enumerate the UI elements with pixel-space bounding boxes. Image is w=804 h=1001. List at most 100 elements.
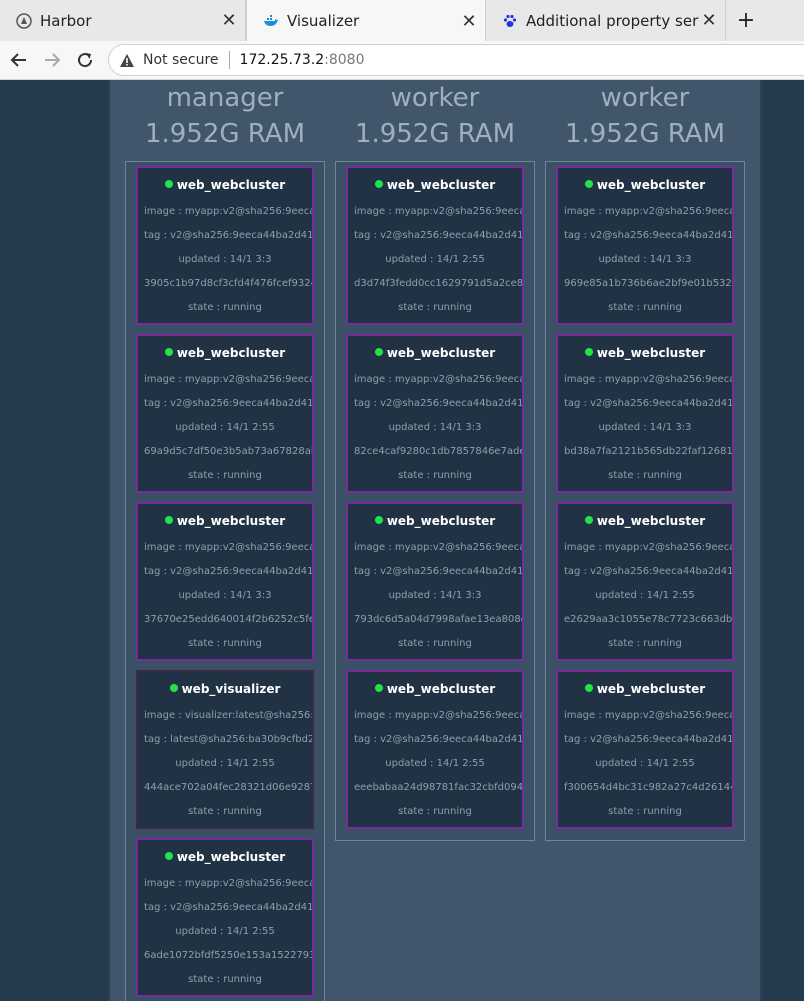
container-name: web_visualizer <box>181 682 281 696</box>
close-icon[interactable]: ✕ <box>459 11 479 32</box>
container-card[interactable]: web_webcluster image : myapp:v2@sha256:9e… <box>556 166 734 325</box>
container-name-row: web_webcluster <box>558 514 732 528</box>
container-updated: updated : 14/1 3:3 <box>598 422 692 433</box>
container-state: state : running <box>398 806 472 817</box>
container-image: image : myapp:v2@sha256:9eeca44b <box>564 542 732 553</box>
divider <box>228 51 230 69</box>
container-tag: tag : v2@sha256:9eeca44ba2d410e5 <box>144 398 312 409</box>
container-updated: updated : 14/1 2:55 <box>595 758 695 769</box>
container-state: state : running <box>608 302 682 313</box>
container-name-row: web_webcluster <box>138 178 312 192</box>
container-id: d3d74f3fedd0cc1629791d5a2ce816f <box>354 278 522 289</box>
container-tag: tag : v2@sha256:9eeca44ba2d410e5 <box>354 734 522 745</box>
node-role: worker <box>600 83 690 113</box>
url-toolbar: Not secure 172.25.73.2:8080 <box>0 41 804 80</box>
node-role: manager <box>166 83 284 113</box>
container-card[interactable]: web_webclusterimage : myapp:v2@sha256:9e… <box>136 502 314 661</box>
container-state: state : running <box>188 806 262 817</box>
close-icon[interactable]: ✕ <box>699 10 719 31</box>
container-card[interactable]: web_webclusterimage : myapp:v2@sha256:9e… <box>556 502 734 661</box>
container-card[interactable]: web_webcluster image : myapp:v2@sha256:9e… <box>136 838 314 997</box>
container-state: state : running <box>398 302 472 313</box>
container-state: state : running <box>608 638 682 649</box>
status-dot-icon <box>169 684 178 692</box>
container-state: state : running <box>398 470 472 481</box>
forward-button[interactable] <box>39 47 65 73</box>
container-card[interactable]: web_webcluster image : myapp:v2@sha256:9e… <box>346 334 524 493</box>
container-image: image : myapp:v2@sha256:9eeca44b <box>354 710 522 721</box>
container-name-row: web_webcluster <box>348 514 522 528</box>
container-name: web_webcluster <box>176 514 286 528</box>
page-viewport[interactable]: manager 1.952G RAM web_webcluster image : m… <box>0 80 804 1001</box>
container-name-row: web_webcluster <box>348 346 522 360</box>
container-tag: tag : v2@sha256:9eeca44ba2d410e5 <box>564 566 732 577</box>
container-name: web_webcluster <box>596 682 706 696</box>
container-name: web_webcluster <box>386 682 496 696</box>
status-dot-icon <box>374 684 383 692</box>
container-id: eeebabaa24d98781fac32cbfd0948ce <box>354 782 522 793</box>
container-name: web_webcluster <box>596 346 706 360</box>
tab-title: Visualizer <box>287 12 360 30</box>
container-updated: updated : 14/1 2:55 <box>175 926 275 937</box>
back-button[interactable] <box>6 47 32 73</box>
container-image: image : myapp:v2@sha256:9eeca44b <box>144 878 312 889</box>
new-tab-button[interactable]: + <box>734 0 758 41</box>
tab-harbor[interactable]: Harbor ✕ <box>0 0 246 41</box>
container-tag: tag : v2@sha256:9eeca44ba2d410e5 <box>354 566 522 577</box>
container-id: 444ace702a04fec28321d06e9287a7 <box>144 782 312 793</box>
container-card[interactable]: web_webcluster image : myapp:v2@sha256:9e… <box>346 502 524 661</box>
tab-title: Harbor <box>40 11 92 30</box>
container-id: 969e85a1b736b6ae2bf9e01b532b46 <box>564 278 732 289</box>
container-tag: tag : v2@sha256:9eeca44ba2d410e5 <box>564 230 732 241</box>
container-updated: updated : 14/1 2:55 <box>385 254 485 265</box>
container-tag: tag : v2@sha256:9eeca44ba2d410e5 <box>354 398 522 409</box>
container-tag: tag : v2@sha256:9eeca44ba2d410e5 <box>144 902 312 913</box>
tab-additional-property-service[interactable]: Additional property service ✕ <box>486 0 726 41</box>
url-host: 172.25.73.2 <box>239 52 325 68</box>
container-card[interactable]: web_webclusterimage : myapp:v2@sha256:9e… <box>346 670 524 829</box>
container-image: image : myapp:v2@sha256:9eeca44b <box>564 206 732 217</box>
container-image: image : myapp:v2@sha256:9eeca44b <box>144 542 312 553</box>
arrow-right-icon <box>45 53 61 67</box>
tab-visualizer[interactable]: Visualizer ✕ <box>246 0 486 42</box>
container-id: 793dc6d5a04d7998afae13ea808c45 <box>354 614 522 625</box>
container-name: web_webcluster <box>386 178 496 192</box>
container-tag: tag : v2@sha256:9eeca44ba2d410e5 <box>564 734 732 745</box>
container-card[interactable]: web_webcluster image : myapp:v2@sha256:9e… <box>136 334 314 493</box>
status-dot-icon <box>164 348 173 356</box>
container-updated: updated : 14/1 3:3 <box>598 254 692 265</box>
close-icon[interactable]: ✕ <box>219 10 239 31</box>
container-id: bd38a7fa2121b565db22faf126816d2 <box>564 446 732 457</box>
tab-title: Additional property service <box>526 11 699 30</box>
container-name: web_webcluster <box>176 346 286 360</box>
status-dot-icon <box>164 180 173 188</box>
tab-bar: Harbor ✕ Visualizer ✕ Additional propert… <box>0 0 804 42</box>
container-name-row: web_webcluster <box>348 682 522 696</box>
address-bar[interactable]: Not secure 172.25.73.2:8080 <box>108 44 804 76</box>
status-dot-icon <box>584 180 593 188</box>
node-role: worker <box>390 83 480 113</box>
container-state: state : running <box>608 470 682 481</box>
node-ram: 1.952G RAM <box>144 119 306 149</box>
container-card[interactable]: web_webcluster image : myapp:v2@sha256:9e… <box>556 670 734 829</box>
arrow-left-icon <box>10 53 26 67</box>
status-dot-icon <box>164 516 173 524</box>
container-image: image : myapp:v2@sha256:9eeca44b <box>354 206 522 217</box>
container-tag: tag : v2@sha256:9eeca44ba2d410e5 <box>354 230 522 241</box>
status-dot-icon <box>164 852 173 860</box>
container-updated: updated : 14/1 2:55 <box>595 590 695 601</box>
container-tag: tag : v2@sha256:9eeca44ba2d410e5 <box>564 398 732 409</box>
reload-icon <box>78 53 93 68</box>
container-card[interactable]: web_webcluster image : myapp:v2@sha256:9e… <box>136 166 314 325</box>
container-card[interactable]: web_webcluster image : myapp:v2@sha256:9e… <box>556 334 734 493</box>
status-dot-icon <box>584 348 593 356</box>
container-card[interactable]: web_webclusterimage : myapp:v2@sha256:9e… <box>346 166 524 325</box>
container-tag: tag : latest@sha256:ba30b9cfbd2a8 <box>144 734 312 745</box>
status-dot-icon <box>374 516 383 524</box>
container-name-row: web_webcluster <box>348 178 522 192</box>
container-name: web_webcluster <box>176 178 286 192</box>
container-updated: updated : 14/1 3:3 <box>178 590 272 601</box>
container-id: e2629aa3c1055e78c7723c663dbeb7 <box>564 614 732 625</box>
container-card[interactable]: web_visualizer image : visualizer:latest@… <box>136 670 314 829</box>
reload-button[interactable] <box>72 47 98 73</box>
